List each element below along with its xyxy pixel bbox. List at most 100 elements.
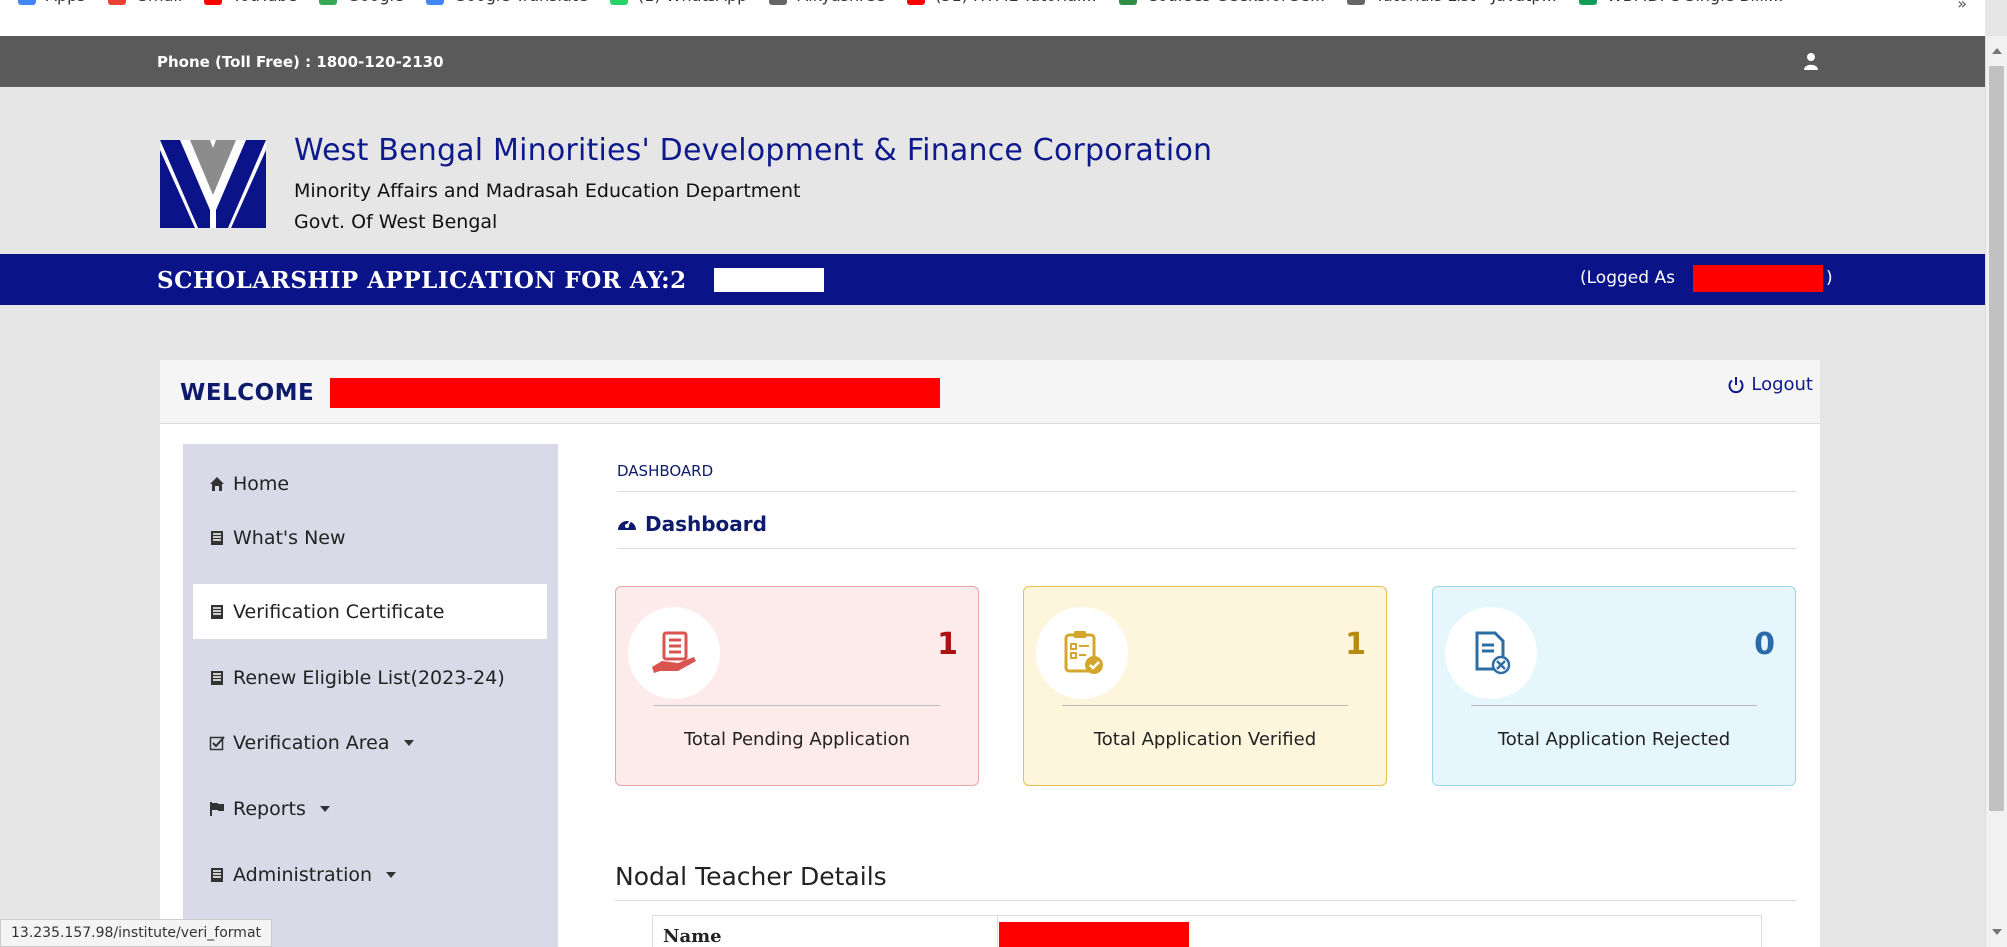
google-icon	[319, 0, 338, 5]
verified-count: 1	[1345, 627, 1366, 662]
translate-icon	[425, 0, 444, 5]
sidebar-item-label: Renew Eligible List(2023-24)	[233, 666, 505, 689]
government-name: Govt. Of West Bengal	[294, 211, 498, 233]
scroll-down-arrow-icon[interactable]	[1992, 929, 2002, 935]
bookmark-item[interactable]: YouTube	[204, 0, 297, 5]
sidebar-item-label: Verification Certificate	[233, 600, 445, 623]
dashboard-title-label: Dashboard	[645, 512, 767, 536]
rejected-icon-circle	[1445, 607, 1537, 699]
logout-button[interactable]: Logout	[1727, 374, 1813, 395]
table-header-name: Name	[653, 916, 998, 947]
rejected-application-card[interactable]: 0 Total Application Rejected	[1432, 586, 1796, 786]
logged-as-label: (Logged As	[1580, 268, 1675, 288]
status-bar-url: 13.235.157.98/institute/veri_format	[0, 919, 273, 947]
divider	[615, 900, 1797, 901]
certificate-icon	[211, 604, 223, 619]
redacted-year	[714, 268, 824, 292]
youtube-icon	[907, 0, 926, 5]
sidebar-item-label: Home	[233, 472, 290, 495]
scholarship-title: SCHOLARSHIP APPLICATION FOR AY:2	[157, 267, 687, 294]
sidebar-item-label: Verification Area	[233, 731, 390, 754]
bookmark-label: Tutorials List - Javatp...	[1375, 0, 1557, 5]
bookmark-item[interactable]: Apps	[18, 0, 86, 5]
department-name: Minority Affairs and Madrasah Education …	[294, 180, 801, 202]
sidebar-item-administration[interactable]: Administration	[193, 847, 547, 902]
bookmark-item[interactable]: Google Translate	[425, 0, 588, 5]
welcome-panel: WELCOME Logout	[160, 360, 1820, 424]
scroll-up-arrow-icon[interactable]	[1992, 48, 2002, 54]
redacted-user-name	[330, 378, 940, 408]
sidebar: Home What's New Verification Certificate…	[183, 444, 558, 947]
bookmark-label: (1) WhatsApp	[638, 0, 747, 5]
nodal-teacher-heading: Nodal Teacher Details	[615, 862, 887, 891]
breadcrumb[interactable]: DASHBOARD	[617, 462, 713, 480]
power-icon	[1728, 376, 1744, 393]
redacted-username	[1693, 265, 1823, 292]
list-icon	[211, 670, 223, 685]
bookmark-item[interactable]: Courses GeeksforGe...	[1118, 0, 1325, 5]
gmail-icon	[107, 0, 126, 5]
bookmark-label: (51) HTML Tutorial...	[935, 0, 1097, 5]
sidebar-item-home[interactable]: Home	[193, 456, 547, 511]
rejected-count: 0	[1754, 627, 1775, 662]
organization-title: West Bengal Minorities' Development & Fi…	[294, 133, 1213, 168]
home-icon	[210, 476, 224, 491]
logout-label: Logout	[1751, 374, 1813, 395]
vertical-scrollbar[interactable]	[1985, 36, 2007, 947]
card-divider	[1471, 705, 1757, 706]
verified-icon-circle	[1036, 607, 1128, 699]
scrollbar-thumb[interactable]	[1989, 66, 2004, 811]
clipboard-check-icon	[1064, 631, 1103, 674]
chevron-down-icon	[319, 805, 330, 812]
divider	[617, 491, 1797, 492]
nodal-teacher-table: Name	[652, 915, 1762, 947]
bookmark-item[interactable]: Aikyashree	[769, 0, 885, 5]
verified-caption: Total Application Verified	[1093, 729, 1317, 750]
apps-icon	[18, 0, 36, 5]
user-icon[interactable]	[1803, 52, 1819, 70]
bookmark-label: YouTube	[232, 0, 297, 5]
bookmark-item[interactable]: (51) HTML Tutorial...	[907, 0, 1097, 5]
bookmark-item[interactable]: WBMDFC Single Billi...	[1578, 0, 1784, 5]
sidebar-item-label: Reports	[233, 797, 306, 820]
admin-icon	[211, 867, 223, 882]
top-info-bar: Phone (Toll Free) : 1800-120-2130	[0, 36, 1985, 87]
bookmark-item[interactable]: Tutorials List - Javatp...	[1347, 0, 1557, 5]
bookmark-label: Apps	[46, 0, 86, 5]
gfg-icon	[1118, 0, 1137, 5]
scholarship-banner: SCHOLARSHIP APPLICATION FOR AY:2 (Logged…	[0, 254, 1985, 305]
bookmark-item[interactable]: Gmail	[107, 0, 183, 5]
globe-icon	[769, 0, 788, 5]
checkbox-icon	[209, 735, 225, 750]
sidebar-item-renew-eligible-list[interactable]: Renew Eligible List(2023-24)	[193, 650, 547, 705]
hand-document-icon	[652, 631, 696, 673]
pending-application-card[interactable]: 1 Total Pending Application	[615, 586, 979, 786]
chevron-down-icon	[403, 739, 414, 746]
pending-icon-circle	[628, 607, 720, 699]
phone-number: Phone (Toll Free) : 1800-120-2130	[157, 53, 444, 71]
sidebar-item-label: What's New	[233, 526, 346, 549]
verified-application-card[interactable]: 1 Total Application Verified	[1023, 586, 1387, 786]
bookmark-label: WBMDFC Single Billi...	[1607, 0, 1784, 5]
card-divider	[654, 705, 940, 706]
bookmark-item[interactable]: Google	[319, 0, 404, 5]
sidebar-item-verification-area[interactable]: Verification Area	[193, 715, 547, 770]
bookmark-label: Gmail	[136, 0, 183, 5]
pending-caption: Total Pending Application	[683, 729, 910, 750]
pending-count: 1	[937, 627, 958, 662]
sidebar-item-reports[interactable]: Reports	[193, 781, 547, 836]
sidebar-item-label: Administration	[233, 863, 373, 886]
dashboard-icon	[618, 519, 636, 530]
divider	[617, 548, 1797, 549]
globe-icon	[1347, 0, 1366, 5]
flag-icon	[210, 801, 224, 816]
bookmark-item[interactable]: (1) WhatsApp	[609, 0, 747, 5]
card-divider	[1062, 705, 1348, 706]
sidebar-item-whats-new[interactable]: What's New	[193, 510, 547, 565]
welcome-label: WELCOME	[180, 380, 315, 406]
bookmark-label: Courses GeeksforGe...	[1147, 0, 1325, 5]
sidebar-item-verification-certificate[interactable]: Verification Certificate	[193, 584, 547, 639]
document-reject-icon	[1475, 631, 1511, 675]
bookmark-label: Aikyashree	[797, 0, 885, 5]
bookmarks-overflow-button[interactable]: »	[1957, 0, 1967, 13]
